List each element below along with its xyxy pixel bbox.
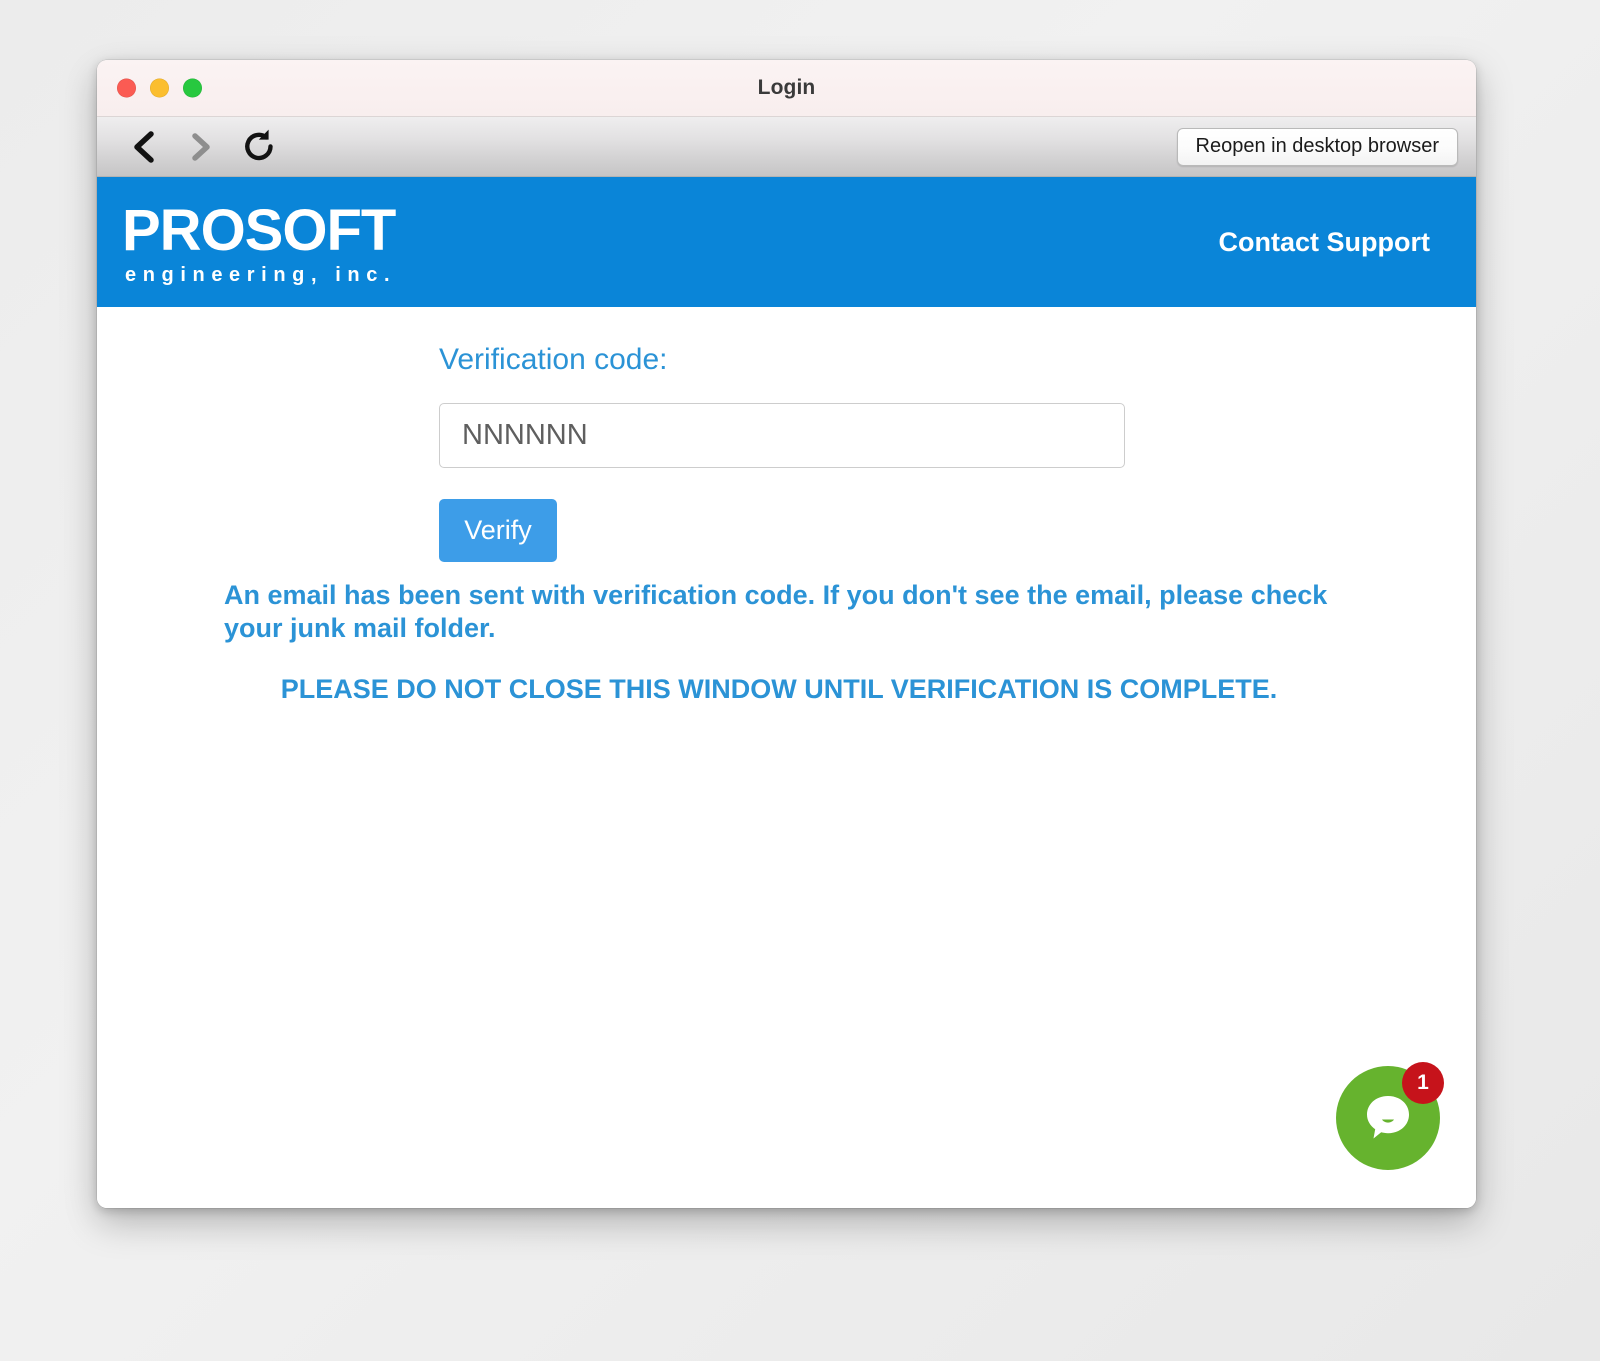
do-not-close-warning: PLEASE DO NOT CLOSE THIS WINDOW UNTIL VE…: [280, 674, 1278, 704]
reload-icon: [241, 128, 277, 166]
verify-button[interactable]: Verify: [439, 499, 557, 562]
window-title: Login: [757, 76, 816, 99]
forward-button[interactable]: [173, 123, 229, 171]
page-content: PROSOFT engineering, inc. Contact Suppor…: [97, 177, 1476, 1208]
email-sent-message: An email has been sent with verification…: [224, 580, 1328, 643]
reload-button[interactable]: [231, 123, 287, 171]
logo-tagline: engineering, inc.: [125, 264, 397, 287]
brand-header: PROSOFT engineering, inc. Contact Suppor…: [97, 177, 1476, 307]
logo-wordmark: PROSOFT: [122, 197, 396, 263]
verification-form: Verification code: Verify An email has b…: [97, 307, 1476, 1208]
maximize-window-button[interactable]: [183, 78, 202, 98]
back-button[interactable]: [115, 123, 171, 171]
browser-window: Login Reopen in desktop browser PROSOFT …: [97, 60, 1476, 1208]
contact-support-link[interactable]: Contact Support: [1219, 227, 1430, 258]
browser-toolbar: Reopen in desktop browser: [97, 117, 1476, 177]
verification-code-label: Verification code:: [439, 343, 668, 376]
verification-code-input[interactable]: [439, 403, 1125, 468]
minimize-window-button[interactable]: [150, 78, 169, 98]
close-window-button[interactable]: [117, 78, 136, 98]
chevron-right-icon: [186, 130, 216, 164]
chevron-left-icon: [128, 130, 158, 164]
chat-widget-button[interactable]: 1: [1336, 1062, 1444, 1170]
window-titlebar: Login: [97, 60, 1476, 117]
traffic-lights: [117, 78, 202, 98]
navigation-group: [115, 123, 287, 171]
reopen-in-desktop-browser-button[interactable]: Reopen in desktop browser: [1176, 127, 1458, 166]
prosoft-logo: PROSOFT engineering, inc.: [122, 199, 396, 285]
chat-unread-badge: 1: [1402, 1062, 1444, 1104]
